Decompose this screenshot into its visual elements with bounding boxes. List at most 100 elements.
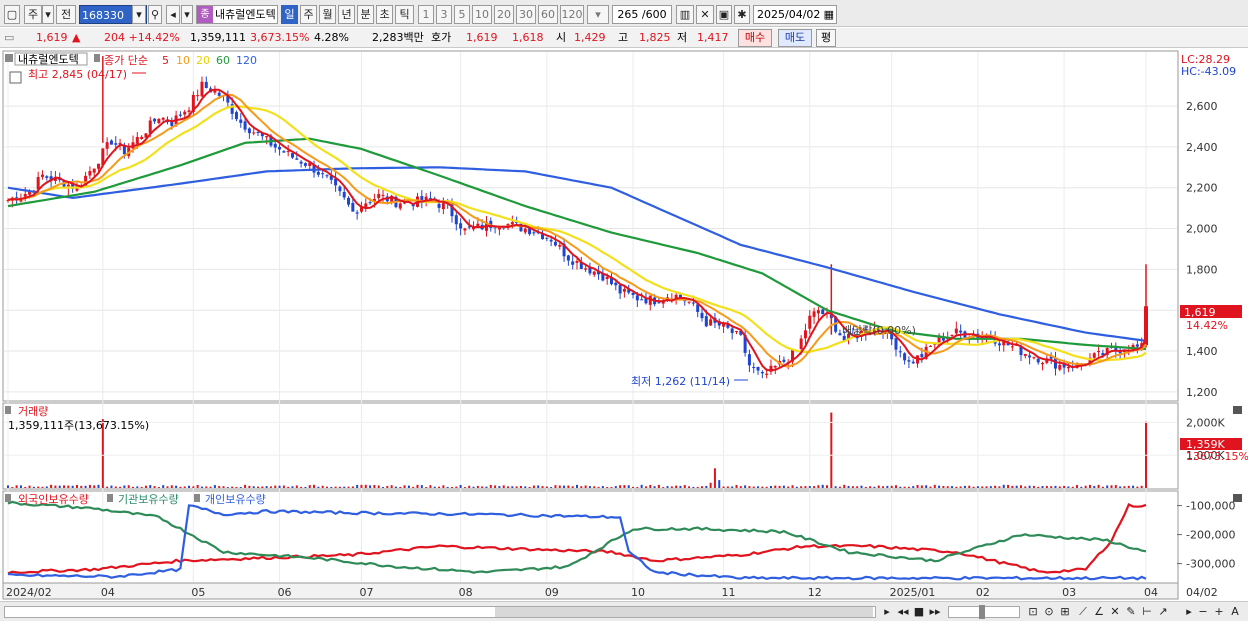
interval-10-button[interactable]: 10 [472, 5, 492, 24]
draw-cross-icon[interactable]: ✕ [1108, 605, 1122, 619]
table-view-icon[interactable] [9, 71, 22, 84]
stock-name-field[interactable]: 종 내츄럴엔도텍 [196, 5, 278, 24]
volume-bar [7, 485, 9, 488]
panel-menu-icon[interactable] [5, 54, 13, 62]
candle-body [959, 330, 963, 333]
volume-bar [1071, 486, 1074, 488]
institution-toggle-icon[interactable] [107, 494, 113, 502]
draw-line-icon[interactable]: ⟋ [1076, 605, 1090, 619]
data-count-field[interactable]: 265 /600 [612, 5, 672, 24]
period-year-tab[interactable]: 년 [338, 5, 355, 24]
scroll-thumb[interactable] [495, 607, 873, 617]
date-field[interactable]: 2025/04/02 ▦ [753, 5, 837, 24]
volume-close-icon[interactable] [1233, 406, 1242, 414]
zoom-slider[interactable] [948, 605, 1020, 619]
before-button[interactable]: 전 [56, 5, 76, 24]
scroll-track[interactable] [4, 606, 876, 618]
candle-body [437, 203, 441, 208]
box-icon[interactable]: ⊞ [1058, 605, 1072, 619]
sound-dropdown-icon[interactable]: ▾ [181, 5, 193, 24]
volume-menu-icon[interactable] [5, 406, 11, 414]
settings-gear-icon[interactable]: ✱ [734, 5, 750, 24]
volume-bar [554, 485, 557, 488]
interval-dropdown-icon[interactable]: ▾ [587, 5, 609, 24]
holdings-menu-icon[interactable] [5, 494, 11, 502]
volume-bar [808, 486, 811, 488]
volume-bar [666, 486, 669, 488]
stock-chart[interactable]: 2,6002,4002,2002,0001,8001,6001,4001,200… [0, 48, 1248, 601]
zoom-slider-handle[interactable] [979, 605, 985, 619]
sound-icon[interactable]: ◂ [166, 5, 180, 24]
period-tick-tab[interactable]: 틱 [395, 5, 414, 24]
candle-body [553, 241, 557, 246]
draw-angle-icon[interactable]: ∠ [1092, 605, 1106, 619]
eval-button[interactable]: 평 [816, 29, 836, 47]
volume-bar [1140, 485, 1143, 488]
x-tick-label: 03 [1062, 586, 1076, 599]
interval-5-button[interactable]: 5 [454, 5, 470, 24]
volume-bar [946, 486, 949, 488]
legend-toggle-icon[interactable] [94, 54, 100, 62]
save-icon[interactable]: ▣ [716, 5, 732, 24]
date-value: 2025/04/02 [757, 8, 821, 21]
interval-30-button[interactable]: 30 [516, 5, 536, 24]
interval-60-button[interactable]: 60 [538, 5, 558, 24]
volume-bar [925, 485, 928, 488]
zoom-in-icon[interactable]: + [1212, 605, 1226, 619]
last-page-icon[interactable]: ▸▸ [928, 605, 942, 619]
quote-expand-icon[interactable]: ▭ [4, 28, 14, 47]
period-week-tab[interactable]: 주 [300, 5, 317, 24]
candle-type-icon[interactable]: ▥ [676, 5, 694, 24]
candle-body [476, 223, 480, 227]
stop-icon[interactable]: ■ [912, 605, 926, 619]
chart-scrollbar[interactable]: ▸ ◂◂ ■ ▸▸ ⊡ ⊙ ⊞ ⟋ ∠ ✕ ✎ ⊢ ↗ ▸ − + A [0, 601, 1248, 621]
search-icon[interactable]: ⚲ [148, 5, 162, 24]
holdings-close-icon[interactable] [1233, 494, 1242, 502]
calendar-icon[interactable]: ▦ [824, 6, 834, 23]
type-dropdown-icon[interactable]: ▾ [42, 5, 54, 24]
price-tick-label: 2,200 [1186, 182, 1218, 195]
volume-bar [1050, 486, 1053, 488]
type-selector[interactable]: 주 [24, 5, 42, 24]
volume-panel[interactable] [2, 402, 1179, 490]
volume-bar [1041, 486, 1044, 488]
window-icon[interactable]: ▢ [4, 5, 20, 24]
volume-bar [429, 485, 432, 488]
buy-button[interactable]: 매수 [738, 29, 772, 47]
candle-body [614, 282, 618, 286]
magnifier-icon[interactable]: ⊙ [1042, 605, 1056, 619]
zoom-out-icon[interactable]: − [1196, 605, 1210, 619]
first-page-icon[interactable]: ◂◂ [896, 605, 910, 619]
open-label: 시 [556, 31, 567, 44]
hoga-label: 호가 [431, 31, 452, 44]
candle-body [816, 310, 820, 314]
candle-body [325, 175, 329, 177]
volume-bar [920, 485, 923, 488]
draw-ray-icon[interactable]: ↗ [1156, 605, 1170, 619]
scroll-right-icon[interactable]: ▸ [880, 605, 894, 619]
period-day-tab[interactable]: 일 [281, 5, 298, 24]
candle-body [200, 81, 204, 97]
crosshair-icon[interactable]: ✕ [696, 5, 714, 24]
candle-body [178, 114, 182, 116]
interval-3-button[interactable]: 3 [436, 5, 452, 24]
draw-measure-icon[interactable]: ⊢ [1140, 605, 1154, 619]
auto-scale-icon[interactable]: A [1228, 605, 1242, 619]
candle-body [756, 366, 760, 371]
volume-bar [325, 486, 328, 488]
interval-1-button[interactable]: 1 [418, 5, 434, 24]
period-month-tab[interactable]: 월 [319, 5, 336, 24]
screenshot-icon[interactable]: ⊡ [1026, 605, 1040, 619]
interval-20-button[interactable]: 20 [494, 5, 514, 24]
candle-body [1097, 351, 1101, 353]
volume-bar [869, 486, 872, 488]
volume-bar [907, 486, 910, 488]
code-dropdown-icon[interactable]: ▾ [132, 5, 146, 24]
interval-120-button[interactable]: 120 [560, 5, 584, 24]
individual-toggle-icon[interactable] [194, 494, 200, 502]
period-second-tab[interactable]: 초 [376, 5, 393, 24]
sell-button[interactable]: 매도 [778, 29, 812, 47]
period-minute-tab[interactable]: 분 [357, 5, 374, 24]
draw-text-icon[interactable]: ✎ [1124, 605, 1138, 619]
scroll-end-icon[interactable]: ▸ [1182, 605, 1196, 619]
